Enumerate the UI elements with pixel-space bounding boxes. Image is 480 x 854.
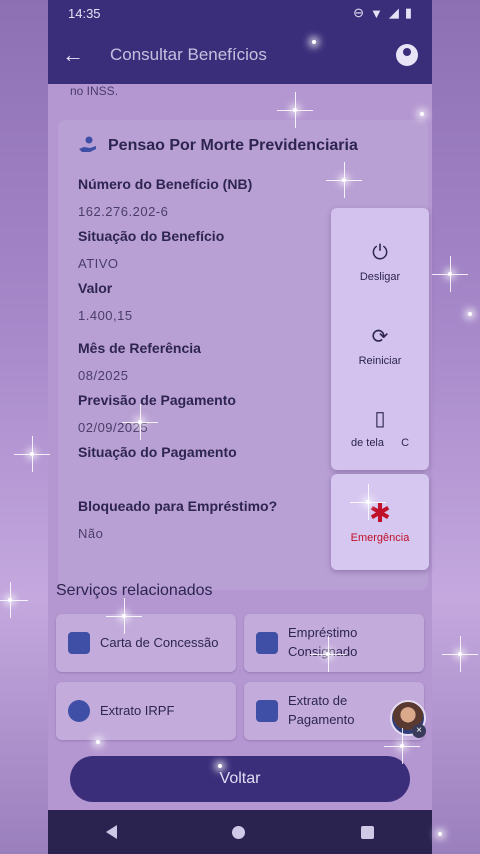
nav-recents-icon[interactable] (361, 825, 375, 839)
document-money-icon (256, 700, 278, 722)
nav-back-icon[interactable] (105, 825, 117, 839)
field-value-mes: 08/2025 (78, 368, 129, 383)
sparkle (106, 598, 142, 634)
sparkle (468, 312, 472, 316)
top-note: no INSS. (70, 84, 119, 98)
nav-home-icon[interactable] (232, 825, 246, 839)
phone-icon: ▯ (374, 408, 386, 430)
restart-option[interactable]: ⟳ Reiniciar (331, 324, 429, 367)
sparkle (14, 436, 50, 472)
asterisk-icon: ✱ (369, 498, 391, 528)
sparkle (96, 740, 100, 744)
sparkle (442, 636, 478, 672)
sparkle (432, 256, 468, 292)
sparkle (218, 764, 222, 768)
field-label-previsao: Previsão de Pagamento (78, 392, 236, 408)
sparkle (350, 484, 386, 520)
document-money-icon (256, 632, 278, 654)
field-value-valor: 1.400,15 (78, 308, 133, 323)
service-label: Extrato de Pagamento (288, 693, 355, 727)
field-label-valor: Valor (78, 280, 113, 296)
signal-icon: ◢ (388, 5, 399, 20)
lion-icon (68, 700, 90, 722)
service-extrato-irpf[interactable]: Extrato IRPF (56, 682, 236, 740)
wifi-icon: ▼ (369, 5, 383, 21)
battery-icon: ▮ (404, 5, 412, 20)
service-label: Empréstimo Consignado (288, 625, 358, 659)
sparkle (0, 582, 28, 618)
nav-bar (48, 810, 432, 854)
background-right (432, 0, 480, 854)
status-icons: ⊖ ▼ ◢ ▮ (353, 5, 412, 21)
restart-label: Reiniciar (358, 355, 402, 367)
benefit-title: Pensao Por Morte Previdenciaria (108, 137, 358, 154)
page-title: Consultar Benefícios (110, 45, 267, 64)
sparkle (384, 728, 420, 764)
service-label: Extrato IRPF (100, 702, 175, 718)
background-left (0, 0, 48, 854)
field-label-nb: Número do Benefício (NB) (78, 176, 253, 192)
power-off-label: Desligar (359, 271, 401, 283)
status-bar: 14:35 ⊖ ▼ ◢ ▮ (48, 0, 432, 26)
emergency-option[interactable]: ✱ Emergência (331, 474, 429, 570)
restart-icon: ⟳ (371, 326, 389, 348)
power-menu: ⏻ Desligar ⟳ Reiniciar ▯ de tela C (331, 208, 429, 470)
service-carta-concessao[interactable]: Carta de Concessão (56, 614, 236, 672)
screenshot-label: de tela (350, 437, 384, 449)
field-value-bloqueado: Não (78, 526, 104, 541)
sparkle (310, 636, 346, 672)
power-icon: ⏻ (372, 242, 388, 264)
sparkle (420, 112, 424, 116)
field-label-sit-pagamento: Situação do Pagamento (78, 444, 237, 460)
screenshot-option[interactable]: ▯ de tela C (331, 406, 429, 449)
close-icon[interactable]: × (412, 724, 426, 738)
services-title: Serviços relacionados (56, 582, 213, 599)
sparkle (438, 832, 442, 836)
field-value-situacao: ATIVO (78, 256, 119, 271)
document-icon (68, 632, 90, 654)
field-label-mes: Mês de Referência (78, 340, 201, 356)
do-not-disturb-icon: ⊖ (353, 5, 364, 20)
field-label-situacao: Situação do Benefício (78, 228, 225, 244)
sparkle (277, 92, 313, 128)
field-label-bloqueado: Bloqueado para Empréstimo? (78, 498, 278, 514)
arrow-back-icon[interactable]: ← (62, 42, 90, 68)
voltar-button[interactable]: Voltar (70, 756, 410, 802)
sparkle (122, 404, 158, 440)
account-circle-icon[interactable] (396, 44, 418, 66)
app-bar: ← Consultar Benefícios (48, 26, 432, 84)
sparkle (326, 162, 362, 198)
service-emprestimo-consignado[interactable]: Empréstimo Consignado (244, 614, 424, 672)
service-label: Carta de Concessão (100, 634, 219, 650)
screenshot-label-suffix: C (401, 437, 410, 449)
power-off-option[interactable]: ⏻ Desligar (331, 242, 429, 283)
emergency-label: Emergência (350, 532, 410, 544)
hand-money-icon (79, 136, 96, 152)
benefit-title-row: Pensao Por Morte Previdenciaria (78, 136, 358, 156)
sparkle (312, 40, 316, 44)
field-value-nb: 162.276.202-6 (78, 204, 169, 219)
status-time: 14:35 (68, 5, 101, 21)
